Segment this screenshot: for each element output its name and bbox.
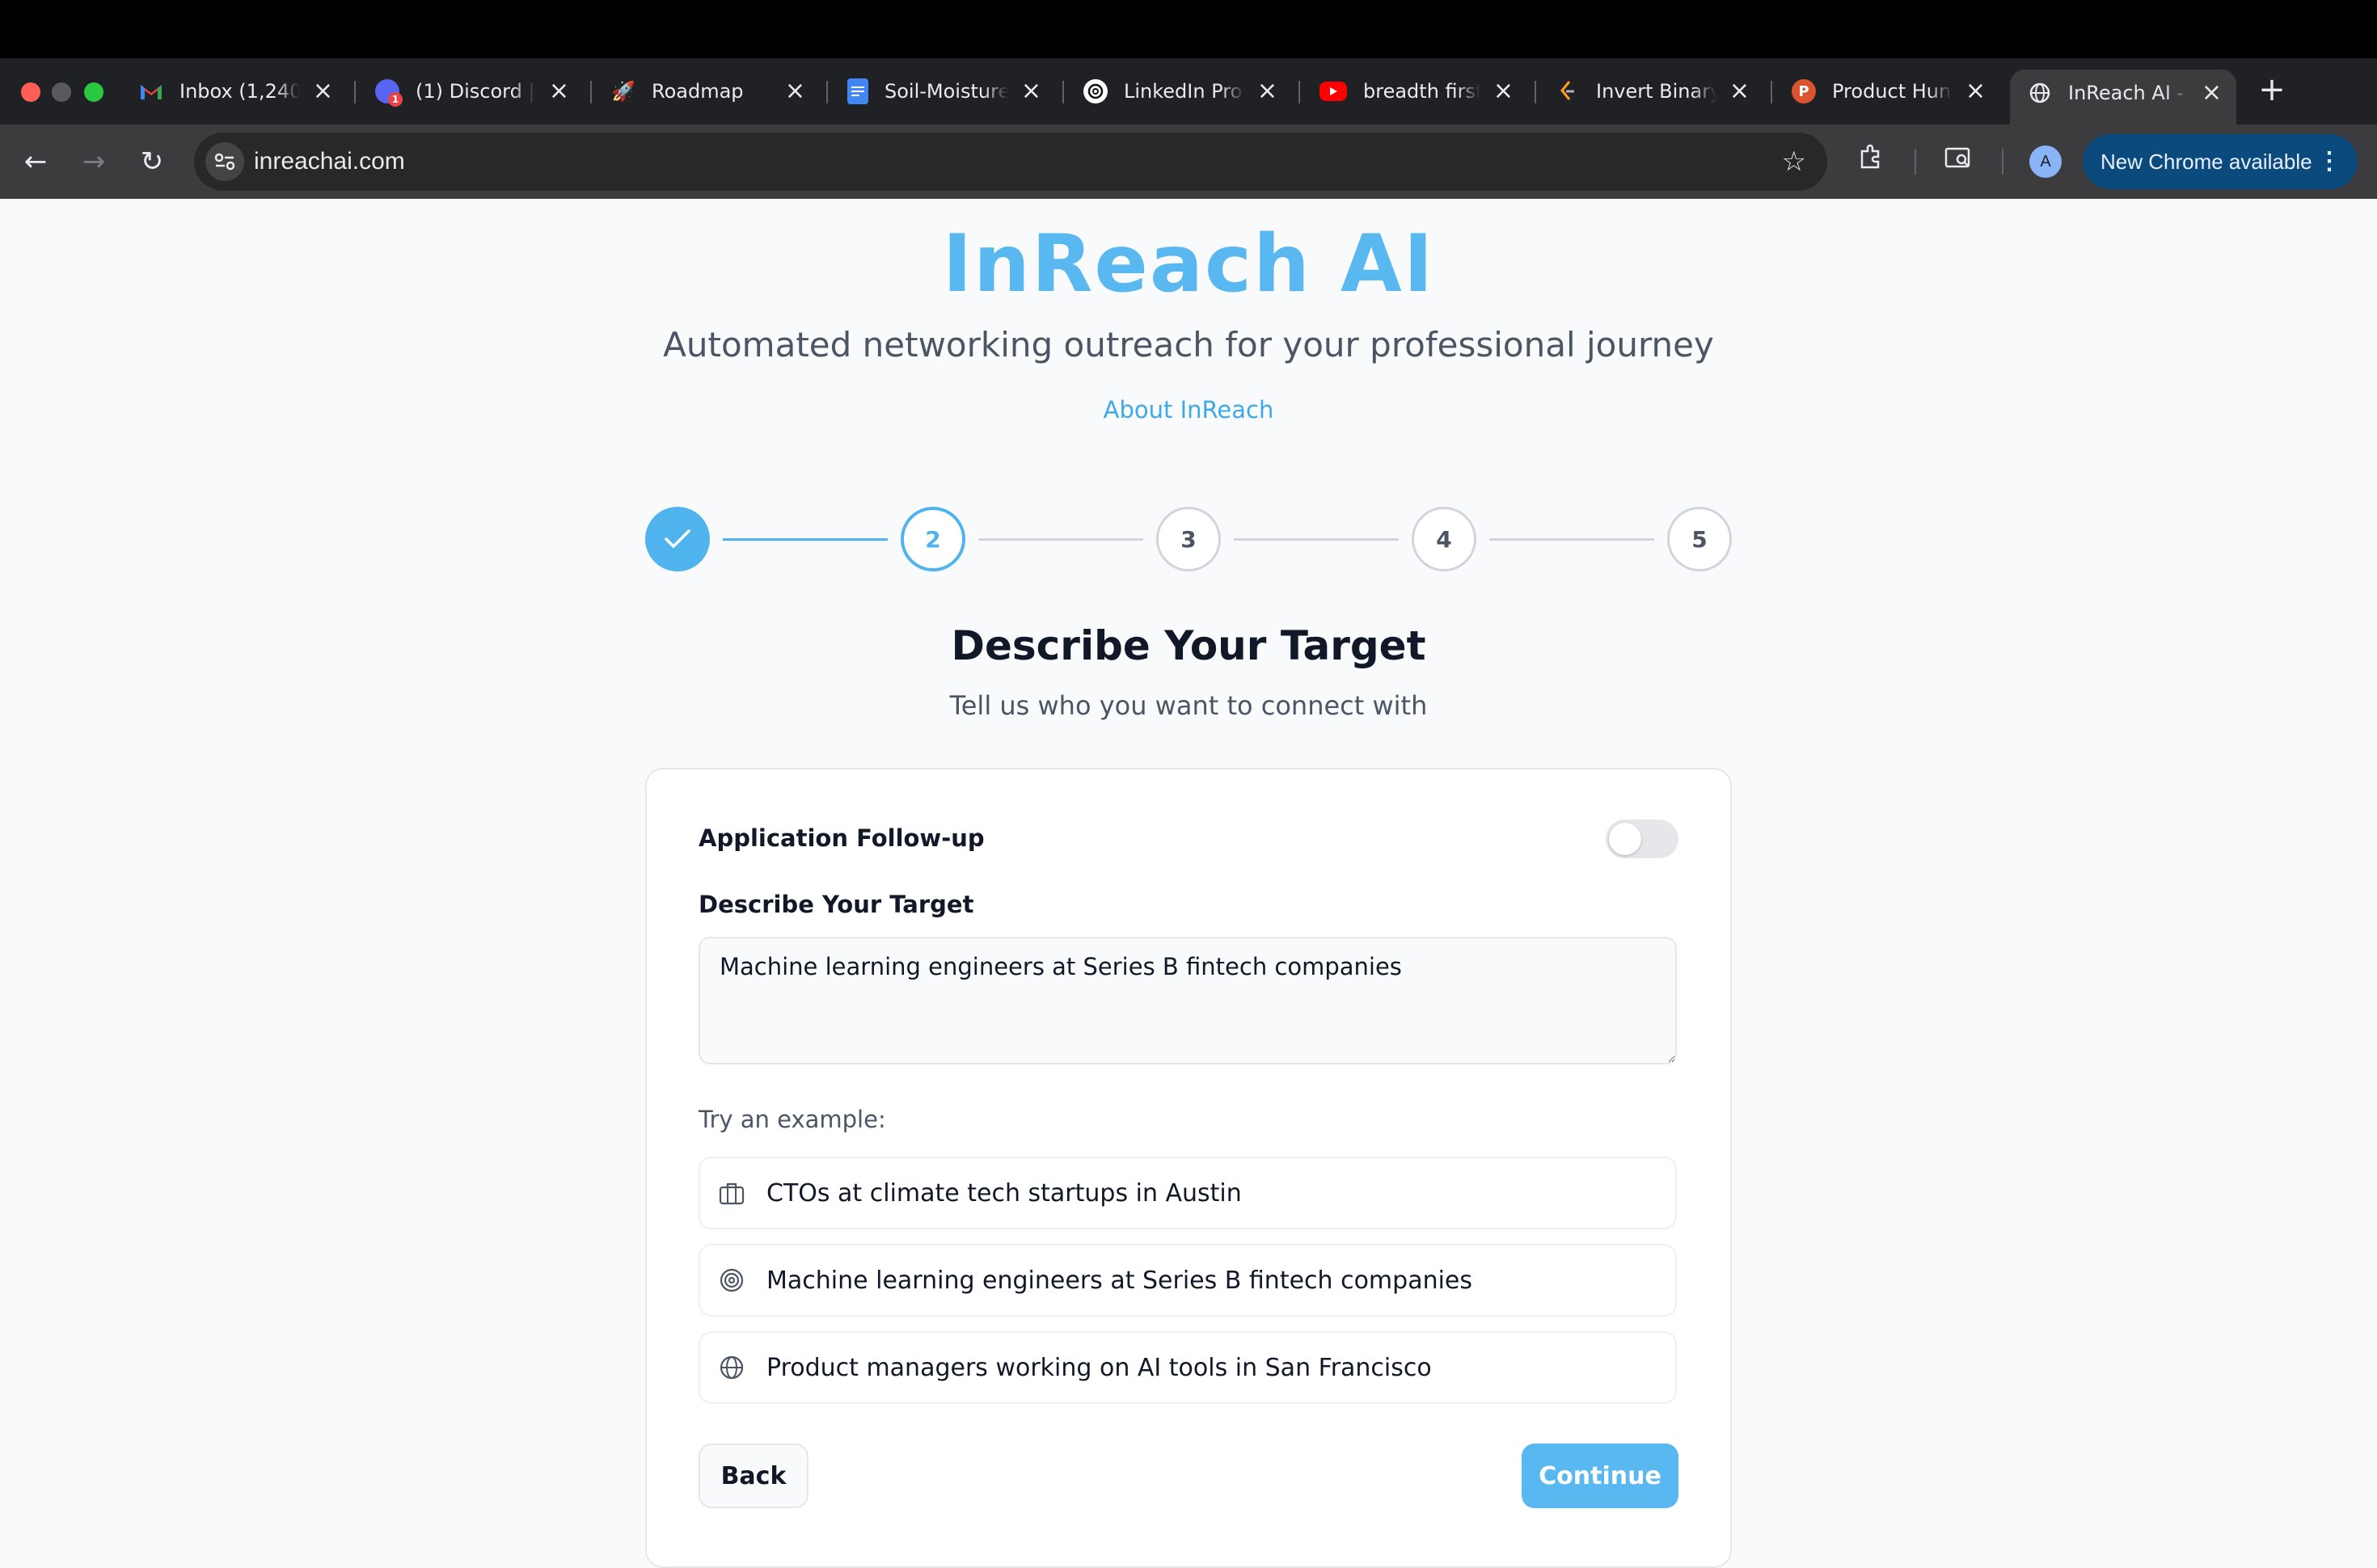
example-text: Product managers working on AI tools in … (766, 1353, 1432, 1382)
tab-search-icon[interactable] (1937, 141, 1979, 183)
close-tab-icon[interactable]: × (1493, 79, 1514, 103)
tab-breadth-first[interactable]: breadth first × (1302, 70, 1528, 113)
back-arrow-icon[interactable]: ← (16, 142, 55, 181)
toolbar-divider (2002, 149, 2003, 175)
tab-discord[interactable]: 1 (1) Discord | # × (357, 70, 584, 113)
example-text: Machine learning engineers at Series B f… (766, 1266, 1473, 1295)
tab-title: Product Hunt (1832, 80, 1953, 103)
continue-button[interactable]: Continue (1522, 1444, 1678, 1508)
tab-title: Soil-Moisture (885, 80, 1008, 103)
bookmark-star-icon[interactable]: ☆ (1782, 133, 1806, 191)
examples-label: Try an example: (699, 1106, 886, 1133)
stepper-connector (978, 538, 1143, 541)
tab-divider (1771, 81, 1772, 103)
reload-icon[interactable]: ↻ (133, 142, 171, 181)
globe-icon (2028, 81, 2052, 105)
maximize-window-button[interactable] (84, 82, 103, 102)
step-2-current: 2 (901, 507, 965, 571)
tab-inreach-ai[interactable]: InReach AI - × (2010, 70, 2236, 124)
more-menu-icon[interactable]: ⋮ (2317, 134, 2341, 189)
example-text: CTOs at climate tech startups in Austin (766, 1178, 1242, 1208)
close-tab-icon[interactable]: × (785, 79, 805, 103)
followup-label: Application Follow-up (699, 824, 985, 852)
address-bar[interactable]: inreachai.com ☆ (194, 133, 1827, 191)
minimize-window-button[interactable] (52, 82, 71, 102)
example-option[interactable]: Product managers working on AI tools in … (699, 1331, 1677, 1404)
globe-icon (718, 1354, 745, 1381)
close-tab-icon[interactable]: × (313, 79, 333, 103)
tab-linkedin-profile[interactable]: LinkedIn Prof × (1066, 70, 1292, 113)
tab-roadmap[interactable]: 🚀 Roadmap × (593, 70, 820, 113)
toggle-knob (1609, 823, 1641, 855)
toolbar-divider (1915, 149, 1916, 175)
close-tab-icon[interactable]: × (2202, 81, 2222, 105)
openai-icon (1083, 79, 1108, 103)
stepper-connector (1234, 538, 1399, 541)
tab-divider (1298, 81, 1300, 103)
tab-gmail[interactable]: Inbox (1,240) × (121, 70, 348, 113)
step-1-complete (645, 507, 710, 571)
close-window-button[interactable] (21, 82, 40, 102)
rocket-icon: 🚀 (611, 80, 635, 103)
leetcode-icon (1556, 79, 1580, 103)
section-title: Describe Your Target (951, 622, 1426, 669)
tab-divider (354, 81, 356, 103)
tab-divider (826, 81, 828, 103)
tab-divider (1062, 81, 1064, 103)
new-tab-button[interactable]: + (2252, 71, 2291, 110)
tab-divider (1535, 81, 1536, 103)
briefcase-icon (718, 1179, 745, 1207)
example-option[interactable]: Machine learning engineers at Series B f… (699, 1244, 1677, 1317)
tab-invert-binary[interactable]: Invert Binary × (1538, 70, 1764, 113)
profile-avatar[interactable]: A (2029, 145, 2062, 178)
target-label: Describe Your Target (699, 891, 974, 918)
tab-title: Invert Binary (1596, 80, 1716, 103)
tab-title: LinkedIn Prof (1124, 80, 1244, 103)
stepper-connector (723, 538, 888, 541)
site-settings-icon[interactable] (205, 142, 244, 181)
checkmark-icon (665, 529, 690, 548)
target-icon (718, 1267, 745, 1294)
target-description-input[interactable]: Machine learning engineers at Series B f… (699, 937, 1677, 1064)
step-3: 3 (1156, 507, 1221, 571)
tab-soil-moisture[interactable]: Soil-Moisture × (830, 70, 1056, 113)
close-tab-icon[interactable]: × (549, 79, 569, 103)
step-4: 4 (1412, 507, 1476, 571)
gmail-icon (139, 79, 163, 103)
forward-arrow-icon[interactable]: → (74, 142, 113, 181)
followup-toggle[interactable] (1606, 820, 1678, 858)
example-option[interactable]: CTOs at climate tech startups in Austin (699, 1157, 1677, 1229)
close-tab-icon[interactable]: × (1729, 79, 1750, 103)
url-text[interactable]: inreachai.com (254, 133, 405, 191)
close-tab-icon[interactable]: × (1021, 79, 1041, 103)
about-inreach-link[interactable]: About InReach (1104, 396, 1274, 424)
youtube-icon (1319, 82, 1347, 101)
notification-badge: 1 (388, 92, 403, 107)
producthunt-icon: P (1792, 79, 1816, 103)
tagline: Automated networking outreach for your p… (663, 325, 1714, 365)
tab-product-hunt[interactable]: P Product Hunt × (1774, 70, 2000, 113)
about-link-wrapper: About InReach (0, 396, 2377, 424)
close-tab-icon[interactable]: × (1965, 79, 1986, 103)
extensions-icon[interactable] (1850, 141, 1892, 183)
stepper-connector (1489, 538, 1654, 541)
discord-icon: 1 (375, 79, 403, 107)
tab-title: Inbox (1,240) (179, 80, 300, 103)
update-label: New Chrome available (2100, 150, 2312, 174)
back-button[interactable]: Back (699, 1444, 809, 1508)
section-subtitle: Tell us who you want to connect with (949, 690, 1428, 721)
step-5: 5 (1667, 507, 1732, 571)
brand-title: InReach AI (942, 218, 1435, 310)
chrome-update-button[interactable]: New Chrome available ⋮ (2083, 134, 2358, 189)
tab-title: InReach AI - (2068, 82, 2185, 104)
close-tab-icon[interactable]: × (1257, 79, 1277, 103)
tab-title: (1) Discord | # (416, 80, 536, 103)
macos-menu-bar (0, 0, 2377, 58)
tab-title: Roadmap (652, 80, 744, 103)
tab-title: breadth first (1363, 80, 1480, 103)
docs-icon (847, 78, 868, 104)
tab-divider (590, 81, 592, 103)
